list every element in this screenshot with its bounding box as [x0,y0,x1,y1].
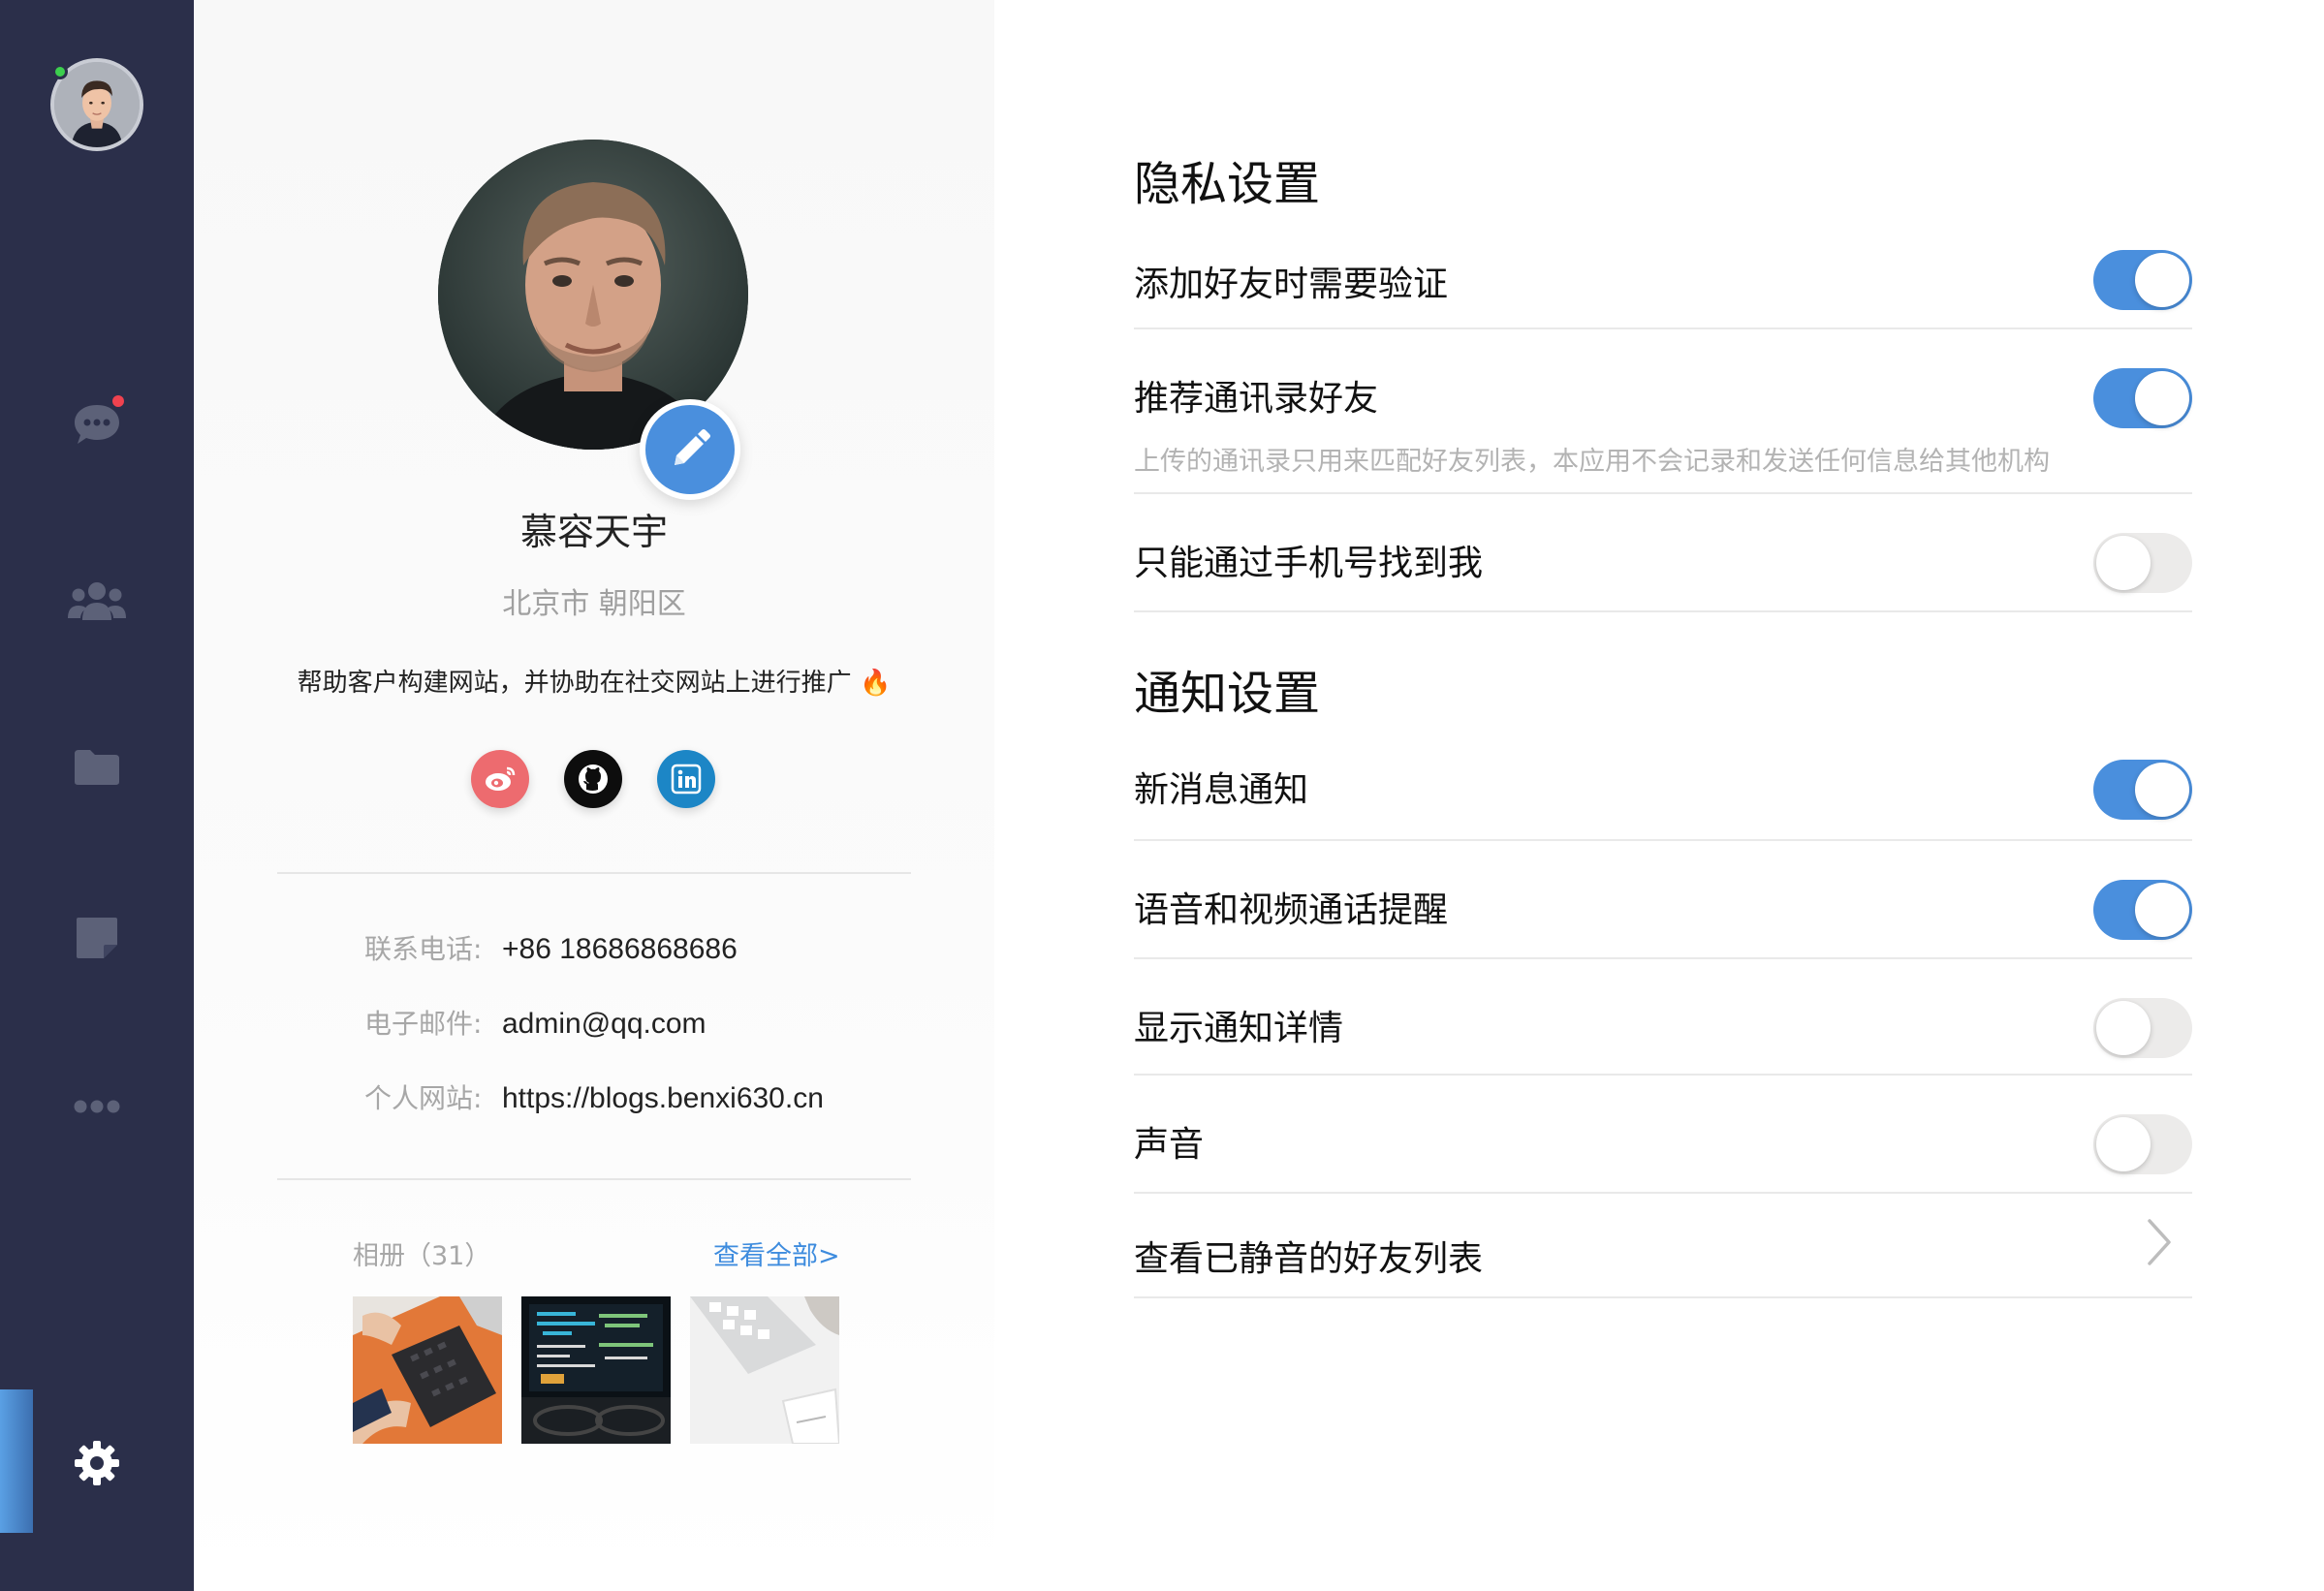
setting-label: 声音 [1134,1125,1205,1165]
active-indicator [0,1389,33,1533]
setting-row-sound: 声音 [1134,1076,2192,1194]
info-label: 电子邮件: [364,1008,483,1040]
email-value[interactable]: admin@qq.com [502,1008,707,1041]
chevron-right-icon [2148,1219,2171,1265]
weibo-button[interactable] [471,750,529,808]
sound-toggle[interactable] [2093,1114,2192,1174]
profile-location: 北京市 朝阳区 [502,587,686,621]
view-all-link[interactable]: 查看全部> [713,1234,840,1272]
phone-value[interactable]: +86 18686868686 [502,933,738,966]
divider [277,872,911,874]
divider [277,1178,911,1180]
setting-row-new-message: 新消息通知 [1134,754,2192,841]
bio-text: 帮助客户构建网站，并协助在社交网站上进行推广 [297,669,852,698]
github-button[interactable] [564,750,622,808]
chat-icon[interactable] [58,386,136,463]
setting-row-friend-verification: 添加好友时需要验证 [1134,248,2192,329]
setting-label: 语音和视频通话提醒 [1134,890,1449,930]
setting-label: 查看已静音的好友列表 [1134,1239,1484,1279]
toggle-knob [2135,253,2189,307]
setting-row-notification-details: 显示通知详情 [1134,959,2192,1076]
find-by-phone-toggle[interactable] [2093,533,2192,593]
github-icon [579,764,608,794]
toggle-knob [2096,536,2151,590]
edit-avatar-button[interactable] [640,399,740,500]
online-status-dot [52,64,68,79]
setting-description: 上传的通讯录只用来匹配好友列表，本应用不会记录和发送任何信息给其他机构 [1134,447,2050,477]
weibo-icon [486,766,516,791]
setting-row-recommend-contacts: 推荐通讯录好友 上传的通讯录只用来匹配好友列表，本应用不会记录和发送任何信息给其… [1134,329,2192,494]
linkedin-icon [671,764,702,795]
contacts-icon[interactable] [58,562,136,640]
new-message-toggle[interactable] [2093,760,2192,820]
toggle-knob [2096,1001,2151,1055]
website-link[interactable]: https://blogs.benxi630.cn [502,1082,824,1115]
note-icon[interactable] [58,899,136,977]
sidebar [0,0,194,1591]
profile-name: 慕容天宇 [519,511,668,553]
info-label: 联系电话: [364,933,483,965]
album-title: 相册（31） [353,1241,491,1271]
info-phone: 联系电话: +86 18686868686 [364,928,738,967]
setting-row-find-by-phone: 只能通过手机号找到我 [1134,494,2192,612]
toggle-knob [2135,763,2189,817]
info-label: 个人网站: [364,1082,483,1114]
friend-verification-toggle[interactable] [2093,250,2192,310]
info-email: 电子邮件: admin@qq.com [364,1003,707,1042]
setting-label: 显示通知详情 [1134,1009,1344,1048]
setting-label: 推荐通讯录好友 [1134,379,1379,419]
settings-icon[interactable] [58,1424,136,1502]
more-icon[interactable] [58,1068,136,1145]
notification-settings-title: 通知设置 [1134,667,1321,721]
toggle-knob [2135,883,2189,937]
privacy-settings-title: 隐私设置 [1134,157,1321,211]
toggle-knob [2135,371,2189,425]
profile-panel: 慕容天宇 北京市 朝阳区 帮助客户构建网站，并协助在社交网站上进行推广 🔥 联系… [194,0,994,1591]
settings-panel: 隐私设置 添加好友时需要验证 推荐通讯录好友 上传的通讯录只用来匹配好友列表，本… [1134,0,2192,1591]
pencil-icon [675,429,710,465]
setting-label: 新消息通知 [1134,770,1309,810]
info-website: 个人网站: https://blogs.benxi630.cn [364,1077,824,1116]
album-photo[interactable] [521,1296,671,1444]
profile-bio: 帮助客户构建网站，并协助在社交网站上进行推广 🔥 [194,663,994,699]
linkedin-button[interactable] [657,750,715,808]
setting-label: 添加好友时需要验证 [1134,265,1449,304]
recommend-contacts-toggle[interactable] [2093,368,2192,428]
folder-icon[interactable] [58,729,136,806]
social-links [471,750,715,808]
album-photo[interactable] [353,1296,502,1444]
muted-friends-row[interactable]: 查看已静音的好友列表 [1134,1194,2192,1298]
unread-badge [112,395,124,407]
fire-icon: 🔥 [859,669,892,698]
setting-row-call-alert: 语音和视频通话提醒 [1134,841,2192,959]
toggle-knob [2096,1117,2151,1171]
album-photo[interactable] [690,1296,839,1444]
album-thumbnails [353,1296,839,1444]
call-alert-toggle[interactable] [2093,880,2192,940]
notification-details-toggle[interactable] [2093,998,2192,1058]
setting-label: 只能通过手机号找到我 [1134,544,1484,583]
